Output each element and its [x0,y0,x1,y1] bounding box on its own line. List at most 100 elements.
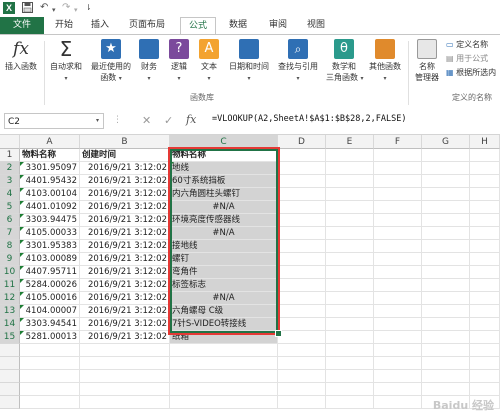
grid-cell[interactable] [470,253,500,266]
created-time-cell[interactable]: 2016/9/21 3:12:02 [80,214,170,227]
grid-cell[interactable] [170,357,278,370]
row-header[interactable]: 1 [0,149,20,162]
created-time-cell[interactable]: 2016/9/21 3:12:02 [80,279,170,292]
grid-cell[interactable] [470,240,500,253]
enter-check-icon[interactable]: ✓ [164,114,173,127]
material-name-cell[interactable]: 接地线 [170,240,278,253]
grid-cell[interactable] [278,149,326,162]
row-header-empty[interactable] [0,344,20,357]
grid-cell[interactable] [470,344,500,357]
grid-cell[interactable] [374,188,422,201]
grid-cell[interactable] [80,396,170,409]
row-header[interactable]: 15 [0,331,20,344]
material-code-cell[interactable]: 5284.00026 [20,279,80,292]
grid-cell[interactable] [470,331,500,344]
grid-cell[interactable] [422,149,470,162]
material-name-cell[interactable]: #N/A [170,201,278,214]
material-code-cell[interactable]: 4401.95432 [20,175,80,188]
material-code-cell[interactable]: 4407.95711 [20,266,80,279]
grid-cell[interactable] [470,383,500,396]
grid-cell[interactable] [20,383,80,396]
more-functions-button[interactable]: 其他函数 ▾ [364,39,406,84]
created-time-cell[interactable]: 2016/9/21 3:12:02 [80,175,170,188]
grid-cell[interactable] [20,370,80,383]
name-box[interactable]: C2 [4,113,104,129]
column-header-b[interactable]: B [80,135,170,149]
material-code-cell[interactable]: 4401.01092 [20,201,80,214]
grid-cell[interactable] [422,201,470,214]
grid-cell[interactable] [326,266,374,279]
grid-cell[interactable] [374,331,422,344]
row-header[interactable]: 4 [0,188,20,201]
grid-cell[interactable] [374,279,422,292]
grid-cell[interactable] [278,253,326,266]
grid-cell[interactable] [20,396,80,409]
worksheet-grid[interactable]: A B C D E F G H 1 物料名称 创建时间 物料名称 2 3301.95097… [0,135,500,419]
name-manager-button[interactable]: 名称 管理器 [412,39,442,83]
grid-cell[interactable] [374,201,422,214]
grid-cell[interactable] [326,227,374,240]
grid-cell[interactable] [470,370,500,383]
logical-button[interactable]: ? 逻辑 ▾ [166,39,192,84]
grid-cell[interactable] [422,279,470,292]
grid-cell[interactable] [326,149,374,162]
created-time-cell[interactable]: 2016/9/21 3:12:02 [80,253,170,266]
grid-cell[interactable] [278,383,326,396]
grid-cell[interactable] [470,162,500,175]
tab-review[interactable]: 审阅 [262,17,294,34]
grid-cell[interactable] [374,214,422,227]
grid-cell[interactable] [326,292,374,305]
grid-cell[interactable] [470,305,500,318]
grid-cell[interactable] [374,266,422,279]
grid-cell[interactable] [422,227,470,240]
grid-cell[interactable] [170,370,278,383]
insert-function-fx-icon[interactable]: fx [186,113,196,126]
material-code-cell[interactable]: 4105.00016 [20,292,80,305]
grid-cell[interactable] [326,162,374,175]
grid-cell[interactable] [326,357,374,370]
grid-cell[interactable] [374,253,422,266]
recent-functions-button[interactable]: ★ 最近使用的 函数 ▾ [88,39,134,84]
material-name-cell[interactable]: 地线 [170,162,278,175]
tab-formulas[interactable]: 公式 [180,17,216,34]
row-header[interactable]: 13 [0,305,20,318]
lookup-reference-button[interactable]: ⌕ 查找与引用 ▾ [274,39,322,84]
row-header-empty[interactable] [0,396,20,409]
row-header[interactable]: 5 [0,201,20,214]
grid-cell[interactable] [20,357,80,370]
grid-cell[interactable] [278,227,326,240]
column-header-d[interactable]: D [278,135,326,149]
grid-cell[interactable] [326,253,374,266]
grid-cell[interactable] [374,162,422,175]
name-box-dropdown-icon[interactable]: ▾ [96,117,99,124]
material-name-cell[interactable]: 7针S-VIDEO转接线 [170,318,278,331]
material-code-cell[interactable]: 5281.00013 [20,331,80,344]
grid-cell[interactable] [422,175,470,188]
grid-cell[interactable] [170,383,278,396]
undo-dropdown-icon[interactable]: ▾ [52,4,56,16]
math-trig-button[interactable]: θ 数学和 三角函数 ▾ [326,39,364,84]
grid-cell[interactable] [278,266,326,279]
material-code-cell[interactable]: 3301.95383 [20,240,80,253]
redo-dropdown-icon[interactable]: ▾ [74,4,78,16]
grid-cell[interactable] [374,318,422,331]
grid-cell[interactable] [278,175,326,188]
grid-cell[interactable] [422,370,470,383]
grid-cell[interactable] [326,214,374,227]
grid-cell[interactable] [470,201,500,214]
grid-cell[interactable] [422,162,470,175]
material-code-cell[interactable]: 4105.00033 [20,227,80,240]
tab-data[interactable]: 数据 [222,17,254,34]
grid-cell[interactable] [278,188,326,201]
grid-cell[interactable] [470,292,500,305]
text-button[interactable]: A 文本 ▾ [196,39,222,84]
grid-cell[interactable] [470,318,500,331]
grid-cell[interactable] [374,227,422,240]
grid-cell[interactable] [278,331,326,344]
grid-cell[interactable] [422,305,470,318]
created-time-cell[interactable]: 2016/9/21 3:12:02 [80,292,170,305]
grid-cell[interactable] [278,162,326,175]
define-name-button[interactable]: ▭ 定义名称 [446,39,488,50]
row-header[interactable]: 9 [0,253,20,266]
customize-toolbar-icon[interactable]: ⇂ [85,2,92,14]
